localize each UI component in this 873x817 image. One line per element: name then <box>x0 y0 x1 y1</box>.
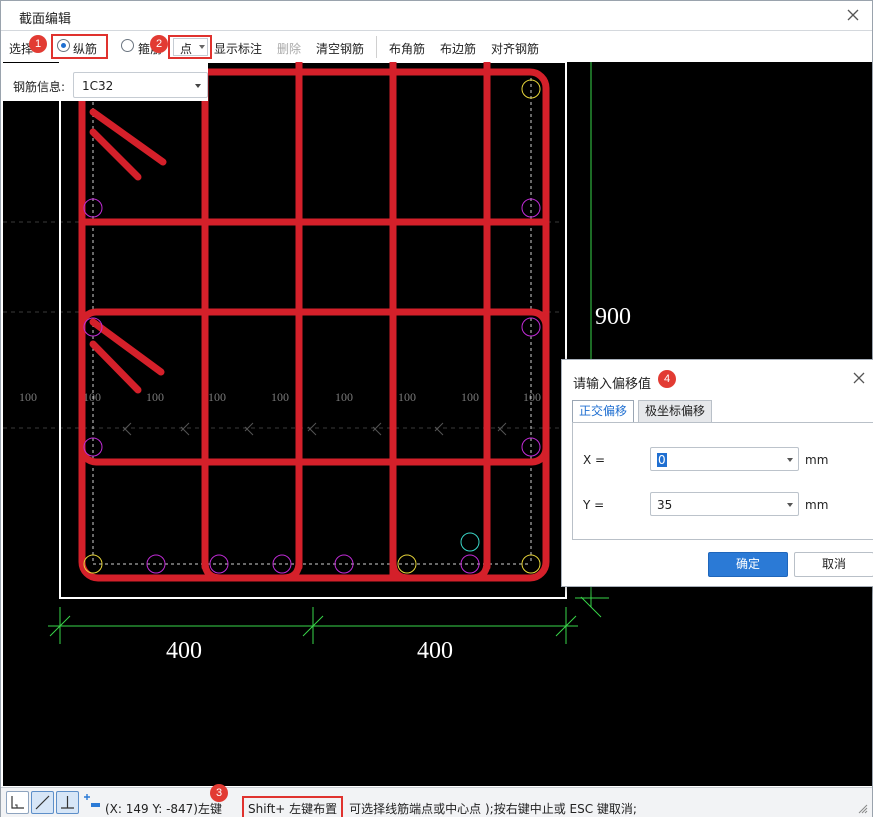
spacing-ticks <box>122 422 507 436</box>
radio-stirrup[interactable] <box>121 39 134 52</box>
toolbar: 选择 纵筋 箍筋 点 显示标注 删除 清空钢筋 布角筋 布边筋 对齐钢筋 1 2 <box>1 32 872 62</box>
chevron-down-icon <box>199 45 205 49</box>
x-unit: mm <box>805 453 829 467</box>
rebar-point[interactable] <box>521 198 541 218</box>
step-badge-3: 3 <box>210 784 228 802</box>
line-snap-button[interactable] <box>31 791 54 814</box>
status-prefix: 左键 <box>198 802 223 816</box>
align-rebar-button[interactable]: 对齐钢筋 <box>491 40 539 57</box>
spacing-label: 100 <box>19 390 37 404</box>
edge-rebar-button[interactable]: 布边筋 <box>440 40 476 57</box>
stirrups <box>78 62 550 582</box>
spacing-label: 100 <box>208 390 226 404</box>
resize-grip-icon[interactable] <box>858 804 868 814</box>
perpendicular-snap-button[interactable] <box>56 791 79 814</box>
corner-snap-icon <box>11 796 24 809</box>
spacing-label: 100 <box>271 390 289 404</box>
ortho-snap-button[interactable] <box>6 791 29 814</box>
offset-snap-button[interactable] <box>81 791 104 814</box>
tab-polar-offset[interactable]: 极坐标偏移 <box>638 400 713 422</box>
status-message: (X: 149 Y: -847)左键 Shift+ 左键布置 可选择线筋端点或中心点… <box>105 796 637 817</box>
hook-diagonal <box>89 318 165 376</box>
tab-orthogonal-offset[interactable]: 正交偏移 <box>572 400 635 423</box>
y-label: Y = <box>583 498 605 512</box>
radio-longitudinal-label[interactable]: 纵筋 <box>73 40 97 57</box>
y-offset-value: 35 <box>657 498 673 512</box>
show-annotation-button[interactable]: 显示标注 <box>214 40 262 57</box>
window-title: 截面编辑 <box>19 12 72 27</box>
clear-rebar-button[interactable]: 清空钢筋 <box>316 40 364 57</box>
outer-stirrup <box>78 68 550 582</box>
rebar-point[interactable] <box>334 554 354 574</box>
spacing-label: 100 <box>146 390 164 404</box>
cancel-button[interactable]: 取消 <box>794 552 873 577</box>
middle-stirrup <box>78 308 550 466</box>
y-offset-input[interactable]: 35 <box>650 492 799 516</box>
mode-select[interactable]: 点 <box>173 38 208 56</box>
dialog-title: 请输入偏移值 <box>573 377 652 392</box>
spacing-label: 100 <box>398 390 416 404</box>
title-bar: 截面编辑 <box>1 1 872 31</box>
rebar-point[interactable] <box>521 79 541 99</box>
x-label: X = <box>583 453 606 467</box>
corner-rebar-button[interactable]: 布角筋 <box>389 40 425 57</box>
rebar-info-panel: 钢筋信息: 1C32 <box>3 63 208 101</box>
status-suffix: 可选择线筋端点或中心点 );按右键中止或 ESC 键取消; <box>349 802 637 816</box>
toolbar-divider <box>376 36 377 58</box>
hook-diagonal <box>89 108 167 166</box>
diagonal-line-icon <box>35 795 50 810</box>
status-bar: (X: 149 Y: -847)左键 Shift+ 左键布置 可选择线筋端点或中心点… <box>1 784 872 817</box>
cursor-target-point <box>460 532 480 552</box>
step-badge-2: 2 <box>150 35 168 53</box>
rebar-point[interactable] <box>521 554 541 574</box>
perpendicular-icon <box>61 796 74 809</box>
spacing-annotations: 100 100 100 100 100 100 100 100 100 <box>19 390 541 404</box>
chevron-down-icon <box>787 458 793 462</box>
offset-dialog: 请输入偏移值 4 正交偏移 极坐标偏移 X = 0 mm Y = 35 mm 确… <box>561 359 873 587</box>
spacing-label: 100 <box>461 390 479 404</box>
step-badge-1: 1 <box>29 35 47 53</box>
rebar-info-value: 1C32 <box>82 79 114 93</box>
x-offset-input[interactable]: 0 <box>650 447 799 471</box>
chevron-down-icon <box>787 503 793 507</box>
close-icon[interactable] <box>851 370 867 386</box>
dimension-width-left: 400 <box>166 638 202 664</box>
offset-point-icon <box>84 794 100 807</box>
rebar-info-select[interactable]: 1C32 <box>73 72 208 98</box>
rebar-point[interactable] <box>83 198 103 218</box>
rebar-point[interactable] <box>460 554 480 574</box>
y-unit: mm <box>805 498 829 512</box>
rebar-center-lines <box>92 72 532 565</box>
spacing-label: 100 <box>335 390 353 404</box>
section-edit-window: 截面编辑 选择 纵筋 箍筋 点 显示标注 删除 清空钢筋 布角筋 布边筋 对齐钢… <box>0 0 873 817</box>
chevron-down-icon <box>195 84 201 88</box>
rebar-info-label: 钢筋信息: <box>13 80 66 94</box>
offset-tab-panel: X = 0 mm Y = 35 mm <box>572 422 873 540</box>
radio-longitudinal[interactable] <box>57 39 70 52</box>
rebar-points <box>83 198 541 574</box>
ok-button[interactable]: 确定 <box>708 552 788 577</box>
x-offset-value: 0 <box>657 453 667 467</box>
close-icon[interactable] <box>844 6 862 24</box>
spacing-label: 100 <box>83 390 101 404</box>
delete-button[interactable]: 删除 <box>277 40 301 57</box>
spacing-label: 100 <box>523 390 541 404</box>
status-highlight: Shift+ 左键布置 <box>242 796 344 817</box>
dimension-height: 900 <box>595 304 631 330</box>
status-coords: (X: 149 Y: -847) <box>105 802 198 816</box>
dimension-width-right: 400 <box>417 638 453 664</box>
step-badge-4: 4 <box>658 370 676 388</box>
mode-value: 点 <box>180 42 193 56</box>
